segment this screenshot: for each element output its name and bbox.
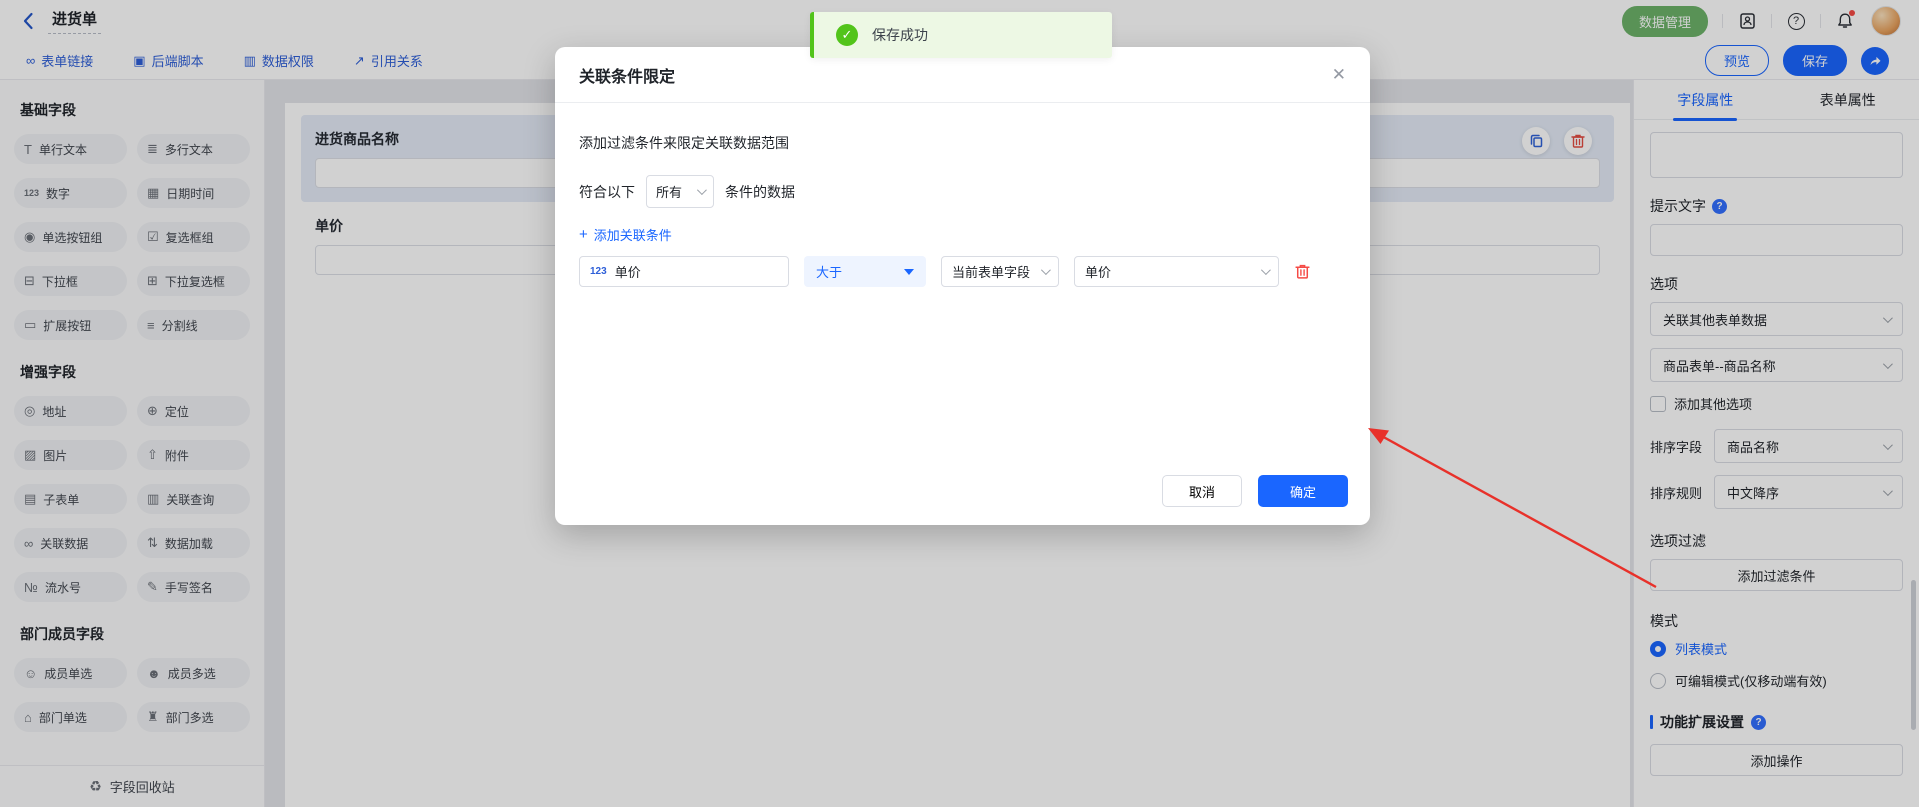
close-icon[interactable]: ✕: [1332, 65, 1346, 85]
toast-message: 保存成功: [872, 25, 928, 45]
success-toast: ✓ 保存成功: [810, 12, 1112, 58]
add-relation-condition-link[interactable]: + 添加关联条件: [579, 225, 1346, 244]
match-prefix-label: 符合以下: [579, 182, 635, 202]
delete-condition-button[interactable]: [1294, 263, 1311, 280]
number-type-icon: 123: [590, 266, 607, 277]
add-relation-condition-label: 添加关联条件: [594, 225, 672, 244]
caret-down-icon: [904, 269, 914, 275]
condition-field-select[interactable]: 123 单价: [579, 256, 789, 287]
relation-condition-dialog: 关联条件限定 ✕ 添加过滤条件来限定关联数据范围 符合以下 所有 条件的数据 +…: [555, 47, 1370, 525]
cancel-button[interactable]: 取消: [1162, 475, 1242, 507]
chevron-down-icon: [1261, 265, 1271, 275]
condition-value-value: 单价: [1085, 262, 1111, 281]
chevron-down-icon: [1041, 265, 1051, 275]
match-type-select[interactable]: 所有: [646, 175, 714, 208]
plus-icon: +: [579, 226, 588, 243]
success-check-icon: ✓: [836, 24, 858, 46]
trash-icon: [1294, 263, 1311, 280]
match-type-value: 所有: [656, 182, 682, 201]
dialog-description: 添加过滤条件来限定关联数据范围: [579, 133, 1346, 153]
confirm-button[interactable]: 确定: [1258, 475, 1348, 507]
condition-operator-value: 大于: [816, 262, 842, 281]
condition-operator-select[interactable]: 大于: [804, 256, 926, 287]
condition-field-value: 单价: [615, 262, 641, 281]
match-suffix-label: 条件的数据: [725, 182, 795, 202]
condition-source-value: 当前表单字段: [952, 262, 1030, 281]
condition-source-select[interactable]: 当前表单字段: [941, 256, 1059, 287]
dialog-title: 关联条件限定: [579, 63, 675, 87]
condition-value-select[interactable]: 单价: [1074, 256, 1279, 287]
condition-row: 123 单价 大于 当前表单字段 单价: [579, 256, 1346, 287]
chevron-down-icon: [697, 185, 707, 195]
